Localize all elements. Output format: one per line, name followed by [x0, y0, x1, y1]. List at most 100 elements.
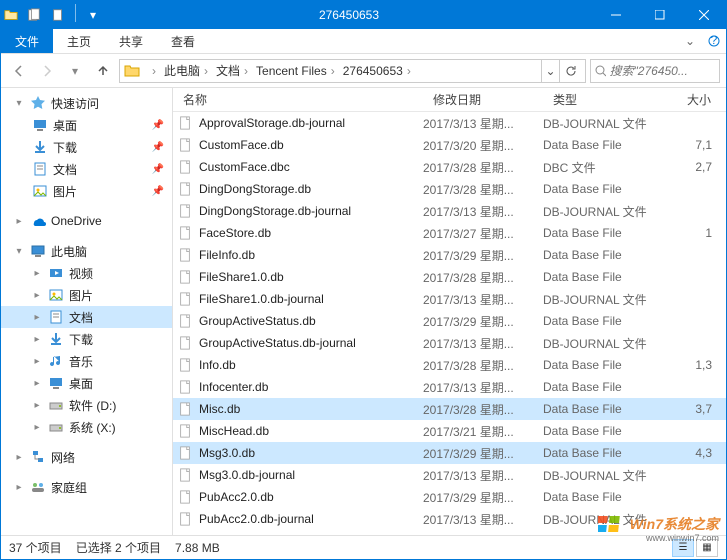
chevron-right-icon[interactable]: ▸	[13, 482, 25, 493]
file-type: DB-JOURNAL 文件	[543, 203, 673, 220]
file-date: 2017/3/13 星期...	[423, 115, 543, 132]
file-row[interactable]: Infocenter.db2017/3/13 星期...Data Base Fi…	[173, 376, 726, 398]
nav-pc-item[interactable]: ▸音乐	[1, 350, 172, 372]
file-list[interactable]: ApprovalStorage.db-journal2017/3/13 星期..…	[173, 112, 726, 535]
file-date: 2017/3/28 星期...	[423, 159, 543, 176]
search-box[interactable]	[590, 59, 720, 83]
nav-quick-item[interactable]: 文档📌	[1, 158, 172, 180]
column-name[interactable]: 名称	[173, 91, 423, 108]
file-name: Msg3.0.db	[199, 446, 255, 460]
column-modified[interactable]: 修改日期	[423, 91, 543, 108]
file-date: 2017/3/28 星期...	[423, 401, 543, 418]
nav-pc-item[interactable]: ▸图片	[1, 284, 172, 306]
chevron-right-icon[interactable]: ▸	[31, 356, 43, 367]
chevron-down-icon[interactable]: ▾	[13, 246, 25, 257]
file-row[interactable]: DingDongStorage.db2017/3/28 星期...Data Ba…	[173, 178, 726, 200]
file-icon	[177, 357, 193, 373]
qat-new-button[interactable]	[47, 4, 69, 26]
file-row[interactable]: ApprovalStorage.db-journal2017/3/13 星期..…	[173, 112, 726, 134]
file-row[interactable]: CustomFace.db2017/3/20 星期...Data Base Fi…	[173, 134, 726, 156]
search-input[interactable]	[610, 64, 715, 78]
file-row[interactable]: DingDongStorage.db-journal2017/3/13 星期..…	[173, 200, 726, 222]
nav-item-label: OneDrive	[51, 214, 102, 228]
chevron-right-icon[interactable]: ▸	[31, 422, 43, 433]
nav-pc-item[interactable]: ▸ 桌面	[1, 372, 172, 394]
chevron-right-icon[interactable]: ▸	[31, 290, 43, 301]
homegroup-icon	[29, 479, 47, 495]
view-icons-button[interactable]: ▦	[696, 539, 718, 557]
file-row[interactable]: FileShare1.0.db-journal2017/3/13 星期...DB…	[173, 288, 726, 310]
view-details-button[interactable]: ☰	[672, 539, 694, 557]
nav-up-button[interactable]	[91, 59, 115, 83]
file-row[interactable]: Misc.db2017/3/28 星期...Data Base File3,7	[173, 398, 726, 420]
chevron-right-icon[interactable]: ▸	[13, 216, 25, 227]
chevron-down-icon[interactable]: ▾	[13, 98, 25, 109]
file-row[interactable]: GroupActiveStatus.db-journal2017/3/13 星期…	[173, 332, 726, 354]
minimize-button[interactable]	[594, 1, 638, 29]
chevron-right-icon[interactable]: ▸	[31, 378, 43, 389]
nav-forward-button[interactable]	[35, 59, 59, 83]
address-bar[interactable]: › 此电脑›文档›Tencent Files›276450653› ⌄	[119, 59, 586, 83]
ribbon-tab[interactable]: 主页	[53, 29, 105, 53]
ribbon-tab[interactable]: 查看	[157, 29, 209, 53]
nav-pc-item[interactable]: ▸系统 (X:)	[1, 416, 172, 438]
nav-quick-item[interactable]: 图片📌	[1, 180, 172, 202]
drive-icon	[47, 397, 65, 413]
file-row[interactable]: MiscHead.db2017/3/21 星期...Data Base File	[173, 420, 726, 442]
file-icon	[177, 335, 193, 351]
chevron-right-icon[interactable]: ▸	[31, 312, 43, 323]
breadcrumb-item[interactable]: 276450653›	[341, 62, 417, 79]
file-row[interactable]: CustomFace.dbc2017/3/28 星期...DBC 文件2,7	[173, 156, 726, 178]
nav-pc-item[interactable]: ▸软件 (D:)	[1, 394, 172, 416]
close-button[interactable]	[682, 1, 726, 29]
file-row[interactable]: Info.db2017/3/28 星期...Data Base File1,3	[173, 354, 726, 376]
file-row[interactable]: Msg3.0.db2017/3/29 星期...Data Base File4,…	[173, 442, 726, 464]
column-size[interactable]: 大小	[673, 91, 726, 108]
nav-recent-button[interactable]: ▾	[63, 59, 87, 83]
nav-network[interactable]: ▸ 网络	[1, 446, 172, 468]
ribbon-tab[interactable]: 共享	[105, 29, 157, 53]
chevron-right-icon[interactable]: ▸	[31, 268, 43, 279]
ribbon-file-tab[interactable]: 文件	[1, 29, 53, 53]
maximize-button[interactable]	[638, 1, 682, 29]
file-row[interactable]: PubAcc2.0.db-journal2017/3/13 星期...DB-JO…	[173, 508, 726, 530]
file-row[interactable]: Msg3.0.db-journal2017/3/13 星期...DB-JOURN…	[173, 464, 726, 486]
navbar: ▾ › 此电脑›文档›Tencent Files›276450653› ⌄	[1, 54, 726, 88]
file-size: 1,3	[673, 358, 726, 372]
ribbon-expand-button[interactable]: ⌄	[678, 29, 702, 53]
nav-pc-item[interactable]: ▸视频	[1, 262, 172, 284]
address-dropdown-button[interactable]: ⌄	[541, 60, 559, 82]
nav-onedrive[interactable]: ▸ OneDrive	[1, 210, 172, 232]
nav-homegroup[interactable]: ▸ 家庭组	[1, 476, 172, 498]
nav-back-button[interactable]	[7, 59, 31, 83]
nav-pc-item[interactable]: ▸下载	[1, 328, 172, 350]
chevron-right-icon[interactable]: ▸	[31, 334, 43, 345]
breadcrumb-item[interactable]: 此电脑›	[162, 62, 214, 79]
file-row[interactable]: FileInfo.db2017/3/29 星期...Data Base File	[173, 244, 726, 266]
ribbon-help-button[interactable]: ?	[702, 29, 726, 53]
nav-quick-access[interactable]: ▾ 快速访问	[1, 92, 172, 114]
qat-customize-button[interactable]: ▾	[82, 4, 104, 26]
chevron-right-icon[interactable]: ▸	[31, 400, 43, 411]
breadcrumb-separator[interactable]: ›	[146, 64, 162, 78]
file-row[interactable]: GroupActiveStatus.db2017/3/29 星期...Data …	[173, 310, 726, 332]
nav-item-label: 桌面	[53, 117, 77, 134]
nav-quick-item[interactable]: 桌面📌	[1, 114, 172, 136]
refresh-button[interactable]	[559, 60, 581, 82]
navigation-pane[interactable]: ▾ 快速访问 桌面📌下载📌文档📌图片📌 ▸ OneDrive ▾ 此电脑 ▸视频…	[1, 88, 173, 535]
file-row[interactable]: FaceStore.db2017/3/27 星期...Data Base Fil…	[173, 222, 726, 244]
nav-quick-item[interactable]: 下载📌	[1, 136, 172, 158]
breadcrumb-item[interactable]: Tencent Files›	[254, 62, 341, 79]
breadcrumb-item[interactable]: 文档›	[214, 62, 254, 79]
file-name: FileShare1.0.db	[199, 270, 284, 284]
chevron-right-icon[interactable]: ▸	[13, 452, 25, 463]
nav-this-pc[interactable]: ▾ 此电脑	[1, 240, 172, 262]
desktop-icon	[47, 375, 65, 391]
file-row[interactable]: FileShare1.0.db2017/3/28 星期...Data Base …	[173, 266, 726, 288]
nav-item-label: 桌面	[69, 375, 93, 392]
column-type[interactable]: 类型	[543, 91, 673, 108]
file-row[interactable]: PubAcc2.0.db2017/3/29 星期...Data Base Fil…	[173, 486, 726, 508]
qat-properties-button[interactable]	[23, 4, 45, 26]
file-type: DB-JOURNAL 文件	[543, 467, 673, 484]
nav-pc-item[interactable]: ▸文档	[1, 306, 172, 328]
